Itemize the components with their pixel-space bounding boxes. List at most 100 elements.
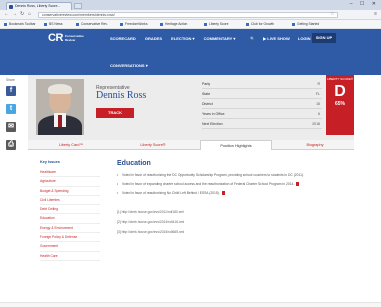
tab-biography[interactable]: Biography bbox=[282, 140, 348, 150]
logo-text: Conservative Review bbox=[64, 34, 84, 42]
stat-row: Party R bbox=[202, 79, 322, 89]
stat-label: Party bbox=[202, 82, 211, 86]
browser-menu-icon[interactable]: ≡ bbox=[374, 11, 377, 17]
live-show-link[interactable]: ▶ LIVE SHOW bbox=[263, 36, 290, 41]
stat-label: District bbox=[202, 102, 213, 106]
bookmark-item[interactable]: Liberty Score bbox=[204, 22, 228, 27]
bookmark-item[interactable]: BS News bbox=[44, 22, 63, 27]
red-flag-icon bbox=[296, 182, 300, 187]
position-text: Voted in favor of reauthorizing No Child… bbox=[122, 191, 220, 195]
bookmark-item[interactable]: FreedomWorks bbox=[120, 22, 147, 27]
stat-value: 6 bbox=[318, 112, 320, 116]
stat-label: Next Election bbox=[202, 122, 223, 126]
home-icon[interactable]: ⌂ bbox=[28, 11, 31, 17]
bookmark-item[interactable]: Bookmark Toolbar bbox=[4, 22, 36, 27]
issues-menu-item[interactable]: Healthcare bbox=[40, 168, 100, 178]
source-link[interactable]: [2] http://clerk.house.gov/evs/2014/roll… bbox=[117, 218, 352, 226]
nav-commentary[interactable]: COMMENTARY ▾ bbox=[204, 36, 236, 41]
grade-letter: D bbox=[334, 82, 346, 100]
stat-value: R bbox=[317, 82, 320, 86]
issues-menu-heading: Key Issues bbox=[40, 160, 60, 164]
reload-icon[interactable]: ↻ bbox=[20, 11, 24, 17]
site-logo[interactable]: CR Conservative Review bbox=[48, 32, 84, 44]
tab-liberty-score[interactable]: Liberty Score® bbox=[118, 140, 188, 150]
grade-percent: 65% bbox=[334, 100, 345, 107]
social-share-bar: Share f t ✉ ⎙ bbox=[6, 78, 18, 158]
bookmark-item[interactable]: Club for Growth bbox=[246, 22, 274, 27]
profile-banner: Representative Dennis Ross TRACK Party R … bbox=[28, 75, 354, 140]
bookmark-item[interactable]: Getting Started bbox=[292, 22, 319, 27]
browser-tab-bar: Dennis Ross, Liberty Score... – ☐ ✕ bbox=[0, 0, 381, 10]
nav-conversations[interactable]: CONVERSATIONS ▾ bbox=[110, 63, 148, 68]
rep-name: Dennis Ross bbox=[96, 90, 147, 101]
new-tab-button[interactable] bbox=[74, 3, 82, 9]
tab-liberty-card[interactable]: Liberty Card™ bbox=[36, 140, 106, 150]
bookmark-item[interactable]: Heritage Action bbox=[160, 22, 187, 27]
login-link[interactable]: LOGIN bbox=[298, 36, 311, 41]
url-input[interactable]: conservativereview.com/members/dennis-ro… bbox=[38, 12, 338, 18]
signup-button[interactable]: SIGN UP bbox=[312, 33, 336, 43]
print-icon[interactable]: ⎙ bbox=[6, 140, 16, 150]
grade-label: LIBERTY SCORE® bbox=[326, 77, 354, 81]
stat-value: 2018 bbox=[312, 122, 320, 126]
source-link[interactable]: [3] http://clerk.house.gov/evs/2015/roll… bbox=[117, 228, 352, 236]
issues-menu-item[interactable]: Debt Ceiling bbox=[40, 205, 100, 215]
nav-scorecard[interactable]: SCORECARD bbox=[110, 36, 136, 41]
nav-grades[interactable]: GRADES bbox=[145, 36, 162, 41]
issues-menu-item[interactable]: Agriculture bbox=[40, 177, 100, 187]
site-header: CR Conservative Review SCORECARD GRADES E… bbox=[0, 29, 381, 75]
window-controls[interactable]: – ☐ ✕ bbox=[350, 1, 379, 7]
stat-value: FL bbox=[315, 92, 320, 96]
nav-election[interactable]: ELECTION ▾ bbox=[171, 36, 194, 41]
track-button[interactable]: TRACK bbox=[96, 108, 134, 118]
photo-tie bbox=[58, 115, 62, 127]
issues-menu-item[interactable]: Health Care bbox=[40, 252, 100, 261]
position-bullet: Voted in favor of reauthorizing the DC O… bbox=[117, 173, 352, 178]
forward-arrow-icon[interactable]: → bbox=[12, 11, 17, 17]
main-nav: SCORECARD GRADES ELECTION ▾ COMMENTARY ▾ bbox=[110, 36, 243, 41]
issues-menu-item[interactable]: Foreign Policy & Defense bbox=[40, 233, 100, 243]
browser-tab-title: Dennis Ross, Liberty Score... bbox=[15, 4, 61, 8]
issues-menu-item[interactable]: Civil Liberties bbox=[40, 196, 100, 206]
address-bar-row: ← → ↻ ⌂ conservativereview.com/members/d… bbox=[0, 10, 381, 20]
position-content: Education Voted in favor of reauthorizin… bbox=[117, 160, 352, 236]
twitter-icon[interactable]: t bbox=[6, 104, 16, 114]
position-text: Voted in favor of expanding charter scho… bbox=[122, 182, 295, 186]
tab-position-highlights[interactable]: Position Highlights bbox=[200, 140, 272, 150]
stat-row: Next Election 2018 bbox=[202, 119, 322, 129]
stat-label: Years in Office bbox=[202, 112, 225, 116]
issues-menu-item[interactable]: Government bbox=[40, 242, 100, 252]
bookmarks-bar: Bookmark Toolbar BS News Conservative Re… bbox=[0, 20, 381, 29]
position-bullet: Voted in favor of reauthorizing No Child… bbox=[117, 191, 352, 196]
stat-row: District 15 bbox=[202, 99, 322, 109]
share-label: Share bbox=[6, 78, 15, 82]
source-link[interactable]: [1] http://clerk.house.gov/evs/2011/roll… bbox=[117, 208, 352, 216]
position-bullet: Voted in favor of expanding charter scho… bbox=[117, 182, 352, 187]
logo-mark: CR bbox=[48, 32, 63, 44]
representative-photo bbox=[36, 79, 84, 135]
section-heading: Education bbox=[117, 160, 151, 167]
stat-row: State FL bbox=[202, 89, 322, 99]
stat-row: Years in Office 6 bbox=[202, 109, 322, 119]
page-footer-strip bbox=[0, 302, 381, 307]
position-text: Voted in favor of reauthorizing the DC O… bbox=[122, 173, 304, 177]
red-flag-icon bbox=[221, 191, 225, 196]
issues-menu-item[interactable]: Education bbox=[40, 214, 100, 224]
right-nav: 🔍 ▶ LIVE SHOW LOGIN bbox=[250, 36, 318, 41]
site-favicon-icon bbox=[9, 5, 13, 9]
stat-label: State bbox=[202, 92, 211, 96]
issues-menu-item[interactable]: Energy & Environment bbox=[40, 224, 100, 234]
photo-hair bbox=[48, 84, 72, 94]
rep-stats-table: Party R State FL District 15 Years in Offic… bbox=[202, 79, 322, 129]
issues-menu-item[interactable]: Budget & Spending bbox=[40, 187, 100, 196]
browser-tab[interactable]: Dennis Ross, Liberty Score... bbox=[6, 2, 72, 10]
bookmark-item[interactable]: Conservative Rev. bbox=[76, 22, 108, 27]
facebook-icon[interactable]: f bbox=[6, 86, 16, 96]
profile-tabs: Liberty Card™ Liberty Score® Position Hi… bbox=[28, 140, 354, 150]
liberty-score-badge[interactable]: LIBERTY SCORE® D 65% bbox=[326, 75, 354, 135]
search-icon[interactable]: 🔍 bbox=[250, 36, 255, 41]
email-icon[interactable]: ✉ bbox=[6, 122, 16, 132]
back-arrow-icon[interactable]: ← bbox=[4, 11, 9, 17]
bookmark-star-icon[interactable]: ☆ bbox=[330, 11, 334, 17]
stat-value: 15 bbox=[316, 102, 320, 106]
